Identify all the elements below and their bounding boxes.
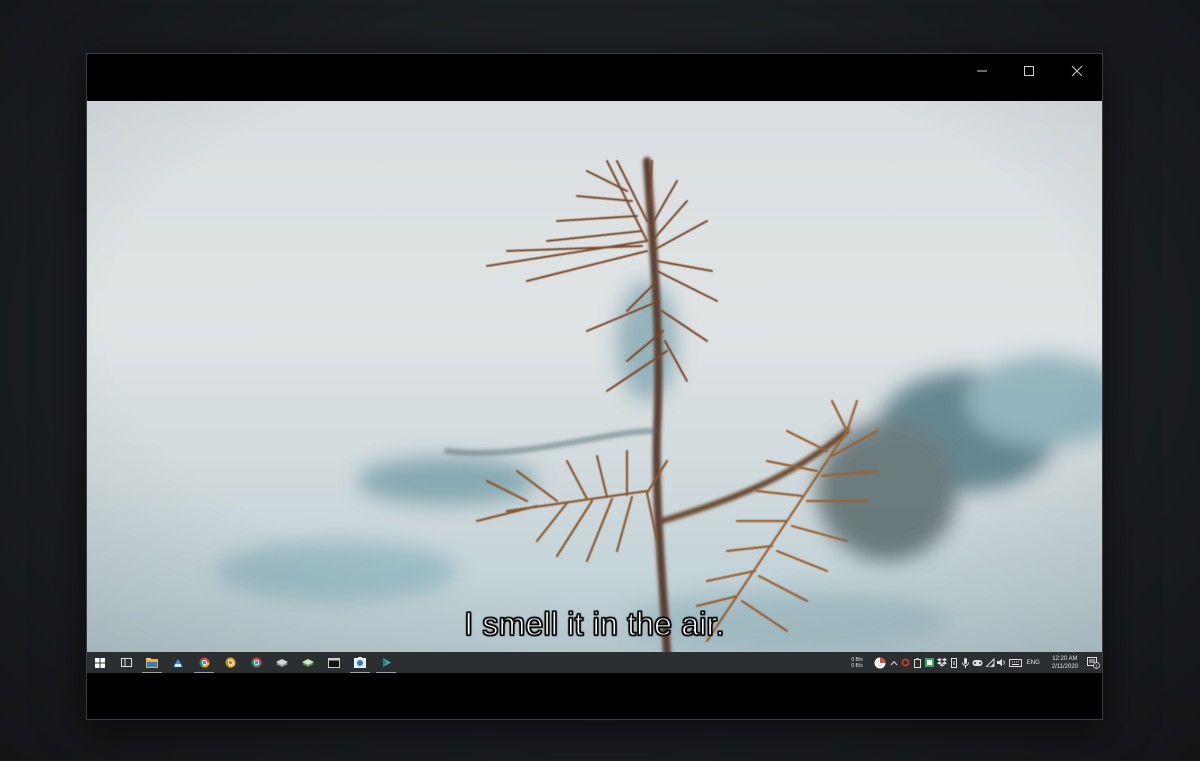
start-button[interactable] <box>87 652 113 673</box>
windows-start-icon <box>95 657 105 668</box>
tray-app-red[interactable] <box>900 652 911 673</box>
taskbar-app-chrome-dev[interactable] <box>243 652 269 673</box>
chevron-up-icon <box>890 660 898 665</box>
pie-clock-icon <box>874 657 886 668</box>
green-app-icon <box>925 658 935 667</box>
maximize-button[interactable] <box>1006 54 1052 88</box>
close-button[interactable] <box>1054 54 1100 88</box>
device-battery-icon <box>914 657 922 668</box>
tray-keyboard[interactable] <box>1008 652 1022 673</box>
minimize-button[interactable] <box>959 54 1005 88</box>
taskbar-app-stack[interactable] <box>269 652 295 673</box>
red-circle-icon <box>901 658 910 667</box>
tray-app-microphone[interactable] <box>960 652 971 673</box>
tray-app-dropbox[interactable] <box>936 652 947 673</box>
notification-icon: 1 <box>1086 656 1100 669</box>
close-icon <box>1071 65 1083 77</box>
speaker-icon <box>996 658 1005 667</box>
tray-show-hidden-icons[interactable] <box>888 652 899 673</box>
taskbar-app-blue[interactable] <box>165 652 191 673</box>
taskbar-app-stack-green[interactable] <box>295 652 321 673</box>
subtitle-caption: I smell it in the air. <box>464 605 726 642</box>
minimize-icon <box>977 70 987 72</box>
clock-date: 2/11/2020 <box>1051 663 1078 670</box>
dropbox-icon <box>936 658 947 667</box>
stack-icon <box>276 659 288 667</box>
chrome-canary-icon <box>225 657 235 668</box>
net-upload-speed: 0 B/s <box>851 656 863 663</box>
taskbar: 0 B/s 0 B/s ENG 12:20 AM 2/11/2020 1 <box>87 652 1102 673</box>
network-speed: 0 B/s 0 B/s <box>851 657 862 669</box>
file-explorer-icon <box>146 657 158 668</box>
taskbar-app-arrow[interactable] <box>373 652 399 673</box>
taskbar-app-file-explorer[interactable] <box>139 652 165 673</box>
taskbar-app-chrome[interactable] <box>191 652 217 673</box>
taskbar-app-chrome-canary[interactable] <box>217 652 243 673</box>
tray-app-battery-device[interactable] <box>912 652 923 673</box>
taskbar-app-terminal[interactable] <box>321 652 347 673</box>
chrome-dev-icon <box>251 657 261 668</box>
clock-time: 12:20 AM <box>1052 655 1078 662</box>
input-language[interactable]: ENG <box>1027 660 1040 666</box>
chrome-icon <box>199 657 209 668</box>
system-tray: 0 B/s 0 B/s ENG 12:20 AM 2/11/2020 1 <box>851 652 1102 673</box>
usb-icon <box>950 657 957 668</box>
controller-icon <box>972 659 983 666</box>
pine-branch-image <box>87 101 1102 652</box>
stack-green-icon <box>302 659 314 667</box>
task-view-button[interactable] <box>113 652 139 673</box>
action-center-button[interactable]: 1 <box>1084 652 1102 673</box>
tray-app-clock-widget[interactable] <box>873 652 887 673</box>
tray-app-gamepad[interactable] <box>972 652 983 673</box>
tray-app-green[interactable] <box>924 652 935 673</box>
tray-clock[interactable]: 12:20 AM 2/11/2020 <box>1052 655 1078 671</box>
terminal-icon <box>328 657 340 668</box>
arrow-app-icon <box>382 658 391 667</box>
task-view-icon <box>120 658 132 667</box>
player-window: I smell it in the air. 0 B/s 0 B/s ENG 1… <box>86 53 1103 720</box>
screen-capture-icon <box>354 657 366 668</box>
wifi-icon <box>985 658 995 667</box>
maximize-icon <box>1024 66 1034 76</box>
microphone-icon <box>962 657 970 668</box>
net-download-speed: 0 B/s <box>851 662 863 669</box>
taskbar-app-screen-capture[interactable] <box>347 652 373 673</box>
title-bar[interactable] <box>87 54 1102 101</box>
tray-volume[interactable] <box>996 652 1007 673</box>
video-frame[interactable]: I smell it in the air. <box>87 101 1102 652</box>
keyboard-icon <box>1008 658 1022 667</box>
app-blue-icon <box>173 658 183 667</box>
tray-app-usb[interactable] <box>948 652 959 673</box>
tray-network[interactable] <box>984 652 995 673</box>
